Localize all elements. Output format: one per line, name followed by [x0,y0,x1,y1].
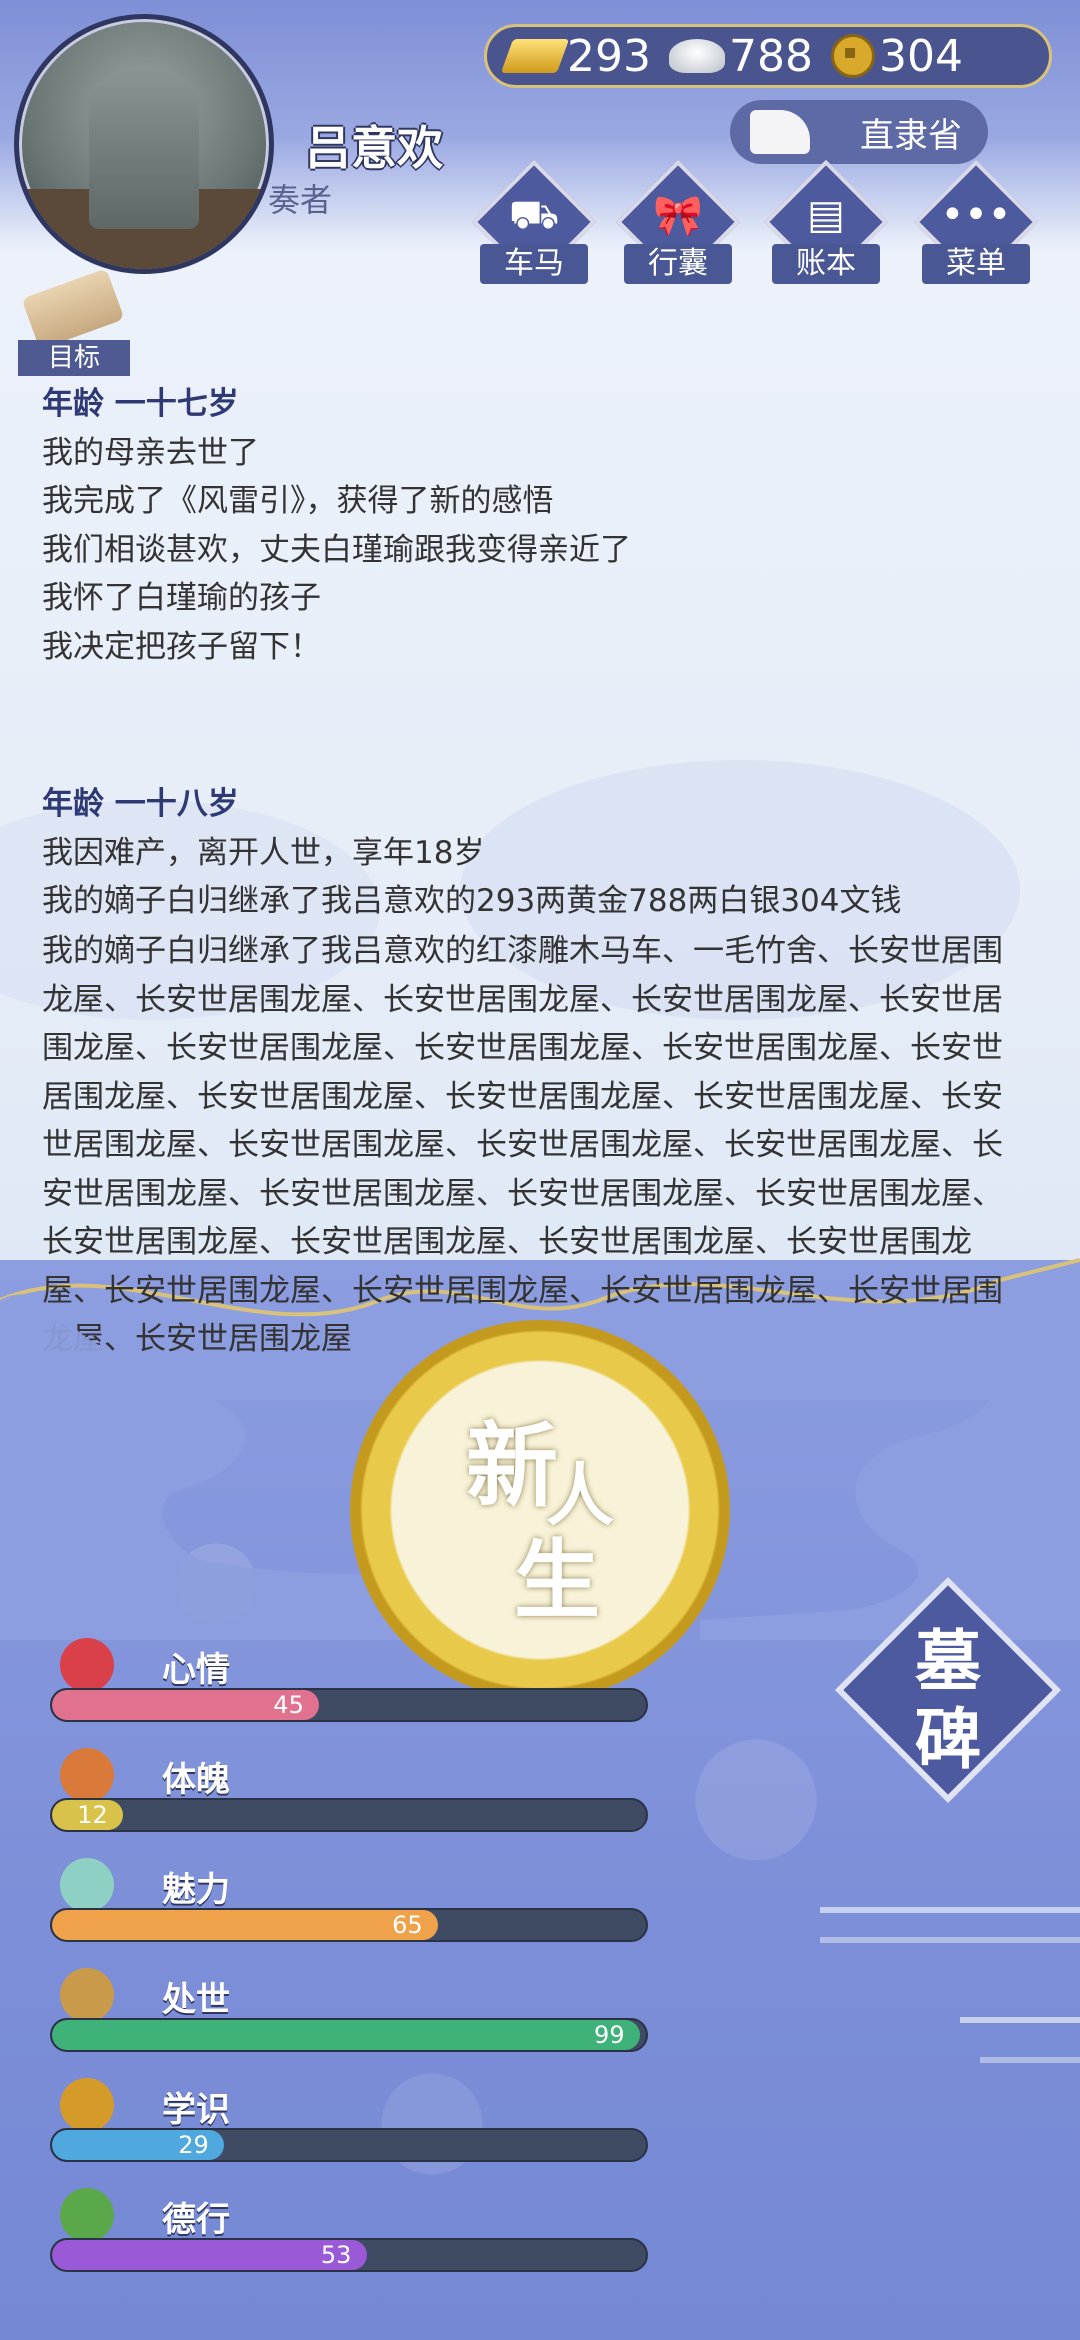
stat-bar: 29 [50,2128,648,2162]
stat-bar: 53 [50,2238,648,2272]
stat-value: 45 [273,1691,304,1719]
log-line: 我决定把孩子留下！ [42,628,321,665]
log-line: 我们相谈甚欢，丈夫白瑾瑜跟我变得亲近了 [42,531,631,568]
stat-name: 心情 [162,1650,230,1690]
stat-value: 29 [178,2131,209,2159]
stat-name: 德行 [162,2200,230,2240]
stat-value: 65 [392,1911,423,1939]
ledger-label: 账本 [772,244,880,284]
gold-ingot-icon [500,39,570,73]
ledger-icon: ▤ [807,192,845,238]
bag-button[interactable]: 🎀 行囊 [615,159,741,288]
coin-amount: 304 [878,30,963,82]
fire-hydrant-icon [60,1748,114,1802]
log-line: 我因难产，离开人世，享年18岁 [42,834,485,871]
stat-bar: 65 [50,1908,648,1942]
region-button[interactable]: 直隶省 [730,100,988,164]
stat-bar: 12 [50,1798,648,1832]
silver-ingot-icon [668,39,725,73]
life-log-age18: 年龄 一十八岁 我因难产，离开人世，享年18岁 我的嫡子白归继承了我吕意欢的29… [42,780,1042,926]
stat-row: 处世 99 [50,1966,650,2074]
gold-amount: 293 [567,30,651,82]
age-heading: 年龄 一十八岁 [42,786,239,822]
stat-row: 德行 53 [50,2186,650,2294]
stat-bar: 99 [50,2018,648,2052]
stat-bar-fill [52,1910,439,1940]
log-line: 我完成了《风雷引》，获得了新的感悟 [42,483,554,519]
carriage-button[interactable]: ⛟ 车马 [471,159,597,288]
player-title: 奏者 [268,181,333,219]
hand-fan-icon [60,1968,114,2022]
pipa-icon [60,2188,114,2242]
stat-value: 12 [77,1801,108,1829]
wind-lines [820,1907,1080,2063]
silver-amount: 788 [728,30,813,82]
stat-value: 99 [594,2021,625,2049]
age-heading: 年龄 一十七岁 [42,386,239,422]
tombstone-icon [89,69,199,229]
menu-label: 菜单 [922,244,1030,284]
life-log: 年龄 一十七岁 我的母亲去世了 我完成了《风雷引》，获得了新的感悟 我们相谈甚欢… [42,380,1042,671]
mirror-icon [60,1858,114,1912]
ledger-button[interactable]: ▤ 账本 [763,159,889,288]
avatar[interactable] [14,14,274,274]
more-icon: ••• [940,192,1012,238]
goal-label: 目标 [18,340,130,376]
brush-pot-icon [60,2078,114,2132]
tomb-char: 碑 [915,1701,981,1778]
region-icon [750,110,810,154]
currency-bar: 293 788 304 [484,24,1052,88]
log-line: 我的嫡子白归继承了我吕意欢的293两黄金788两白银304文钱 [42,883,902,919]
stat-name: 学识 [162,2090,230,2130]
carriage-icon: ⛟ [508,192,560,238]
tombstone-button[interactable]: 墓 碑 [834,1576,1062,1804]
new-life-char: 生 [514,1531,600,1631]
stat-row: 心情 45 [50,1636,650,1744]
stat-bar: 45 [50,1688,648,1722]
player-name: 吕意欢 [305,121,443,175]
stat-name: 魅力 [162,1870,230,1910]
menu-button[interactable]: ••• 菜单 [913,159,1039,288]
stat-name: 体魄 [162,1760,230,1800]
stat-bar-fill [52,2240,367,2270]
scroll-icon [21,268,125,350]
stat-name: 处世 [162,1980,230,2020]
new-life-char: 新 [466,1413,559,1520]
bag-label: 行囊 [624,244,732,284]
region-label: 直隶省 [860,115,962,156]
stat-value: 53 [320,2241,352,2269]
flower-icon [60,1638,114,1692]
stat-bar-fill [52,2020,641,2050]
goal-button[interactable]: 目标 [18,268,130,376]
stat-row: 学识 29 [50,2076,650,2184]
log-line: 我的母亲去世了 [42,434,259,471]
log-line: 我怀了白瑾瑜的孩子 [42,580,321,616]
bag-icon: 🎀 [653,193,703,239]
copper-coin-icon [830,34,875,78]
carriage-label: 车马 [480,244,588,284]
stat-row: 魅力 65 [50,1856,650,1964]
stat-row: 体魄 12 [50,1746,650,1854]
